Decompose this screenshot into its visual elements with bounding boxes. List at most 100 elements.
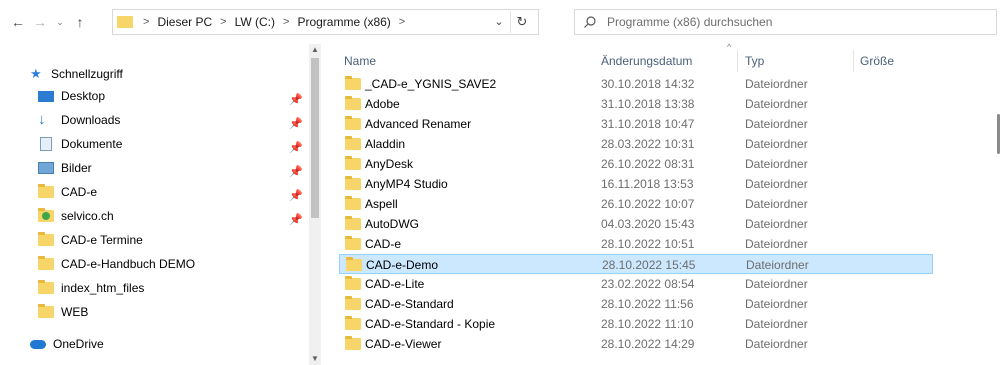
breadcrumb-separator[interactable]: > bbox=[399, 16, 405, 28]
table-row[interactable]: Aspell 26.10.2022 10:07 Dateiordner bbox=[339, 194, 933, 214]
column-header-size[interactable]: Größe bbox=[860, 54, 894, 68]
scroll-up-icon[interactable]: ▲ bbox=[309, 44, 321, 56]
breadcrumb-drive-c[interactable]: LW (C:) bbox=[235, 15, 275, 29]
address-field[interactable]: > Dieser PC > LW (C:) > Programme (x86) … bbox=[112, 9, 539, 35]
scrollbar-thumb[interactable] bbox=[997, 114, 1000, 154]
forward-arrow-icon[interactable]: → bbox=[30, 12, 50, 32]
file-date: 28.10.2022 11:56 bbox=[601, 297, 694, 311]
table-row[interactable]: CAD-e-Viewer 28.10.2022 14:29 Dateiordner bbox=[339, 334, 933, 354]
nav-item-cad-e[interactable]: CAD-e bbox=[38, 181, 97, 203]
column-divider[interactable] bbox=[853, 50, 854, 72]
file-date: 28.03.2022 10:31 bbox=[601, 137, 695, 151]
nav-quick-access[interactable]: ★ Schnellzugriff bbox=[30, 63, 123, 85]
file-date: 26.10.2022 10:07 bbox=[601, 197, 695, 211]
table-row[interactable]: Aladdin 28.03.2022 10:31 Dateiordner bbox=[339, 134, 933, 154]
table-row[interactable]: AnyDesk 26.10.2022 08:31 Dateiordner bbox=[339, 154, 933, 174]
nav-item-dokumente[interactable]: Dokumente bbox=[38, 133, 122, 155]
file-type: Dateiordner bbox=[745, 297, 808, 311]
refresh-icon[interactable]: ↻ bbox=[510, 11, 533, 33]
pictures-icon bbox=[38, 162, 54, 174]
nav-onedrive[interactable]: OneDrive bbox=[30, 333, 104, 355]
file-rows: _CAD-e_YGNIS_SAVE2 30.10.2018 14:32 Dateio… bbox=[325, 74, 997, 365]
nav-item-label: WEB bbox=[61, 305, 89, 319]
nav-onedrive-label: OneDrive bbox=[53, 337, 104, 351]
nav-item-label: CAD-e bbox=[61, 185, 98, 199]
breadcrumb-separator: > bbox=[220, 16, 227, 28]
folder-icon bbox=[345, 116, 361, 130]
file-type: Dateiordner bbox=[745, 277, 808, 291]
nav-item-label: Downloads bbox=[61, 113, 121, 127]
nav-item-cad-e-termine[interactable]: CAD-e Termine bbox=[38, 229, 143, 251]
file-date: 31.10.2018 10:47 bbox=[601, 117, 695, 131]
download-icon: ↓ bbox=[38, 111, 46, 128]
table-row[interactable]: CAD-e-Standard - Kopie 28.10.2022 11:10 Da… bbox=[339, 314, 933, 334]
file-name: Aladdin bbox=[365, 137, 406, 151]
file-name: CAD-e-Standard - Kopie bbox=[365, 317, 496, 331]
breadcrumb-programme-x86[interactable]: Programme (x86) bbox=[297, 15, 390, 29]
folder-icon bbox=[117, 16, 133, 28]
folder-icon bbox=[346, 257, 362, 271]
column-header-date[interactable]: Änderungsdatum bbox=[601, 54, 692, 68]
list-scrollbar[interactable] bbox=[991, 44, 1003, 365]
search-input[interactable]: Programme (x86) durchsuchen bbox=[574, 9, 997, 35]
folder-icon bbox=[345, 336, 361, 350]
back-arrow-icon[interactable]: ← bbox=[8, 12, 28, 32]
table-row[interactable]: CAD-e 28.10.2022 10:51 Dateiordner bbox=[339, 234, 933, 254]
nav-item-index-htm-files[interactable]: index_htm_files bbox=[38, 277, 144, 299]
file-date: 04.03.2020 15:43 bbox=[601, 217, 695, 231]
column-divider[interactable] bbox=[737, 50, 738, 72]
address-bar-row: ← → ⌄ ↑ > Dieser PC > LW (C:) > Programm… bbox=[0, 0, 1003, 44]
file-type: Dateiordner bbox=[745, 157, 808, 171]
folder-icon bbox=[345, 196, 361, 210]
table-row[interactable]: Adobe 31.10.2018 13:38 Dateiordner bbox=[339, 94, 933, 114]
pin-icon[interactable]: 📌 bbox=[289, 93, 303, 107]
file-name: Aspell bbox=[365, 197, 398, 211]
nav-item-web[interactable]: WEB bbox=[38, 301, 88, 323]
file-type: Dateiordner bbox=[745, 97, 808, 111]
nav-item-bilder[interactable]: Bilder bbox=[38, 157, 92, 179]
folder-icon bbox=[345, 316, 361, 330]
nav-item-label: Bilder bbox=[61, 161, 92, 175]
cloud-icon bbox=[30, 339, 46, 349]
file-type: Dateiordner bbox=[745, 137, 808, 151]
column-header-type[interactable]: Typ bbox=[745, 54, 764, 68]
file-type: Dateiordner bbox=[745, 317, 808, 331]
folder-icon bbox=[345, 216, 361, 230]
pin-icon[interactable]: 📌 bbox=[289, 213, 303, 227]
table-row[interactable]: Advanced Renamer 31.10.2018 10:47 Dateiord… bbox=[339, 114, 933, 134]
recent-locations-chevron-icon[interactable]: ⌄ bbox=[50, 12, 70, 32]
file-date: 28.10.2022 14:29 bbox=[601, 337, 695, 351]
file-name: CAD-e bbox=[365, 237, 402, 251]
nav-scrollbar[interactable]: ▲ ▼ bbox=[309, 44, 321, 365]
column-header-name[interactable]: Name bbox=[344, 54, 376, 68]
nav-item-desktop[interactable]: Desktop bbox=[38, 85, 105, 107]
file-type: Dateiordner bbox=[745, 177, 808, 191]
scroll-down-icon[interactable]: ▼ bbox=[309, 353, 321, 365]
nav-item-label: CAD-e-Handbuch DEMO bbox=[61, 257, 196, 271]
file-name: CAD-e-Lite bbox=[365, 277, 425, 291]
table-row[interactable]: CAD-e-Lite 23.02.2022 08:54 Dateiordner bbox=[339, 274, 933, 294]
folder-icon bbox=[345, 76, 361, 90]
table-row[interactable]: CAD-e-Demo 28.10.2022 15:45 Dateiordner bbox=[339, 254, 933, 274]
nav-item-handbuch-demo[interactable]: CAD-e-Handbuch DEMO bbox=[38, 253, 195, 275]
breadcrumb-dieser-pc[interactable]: Dieser PC bbox=[157, 15, 212, 29]
pin-icon[interactable]: 📌 bbox=[289, 141, 303, 155]
nav-item-label: Desktop bbox=[61, 89, 106, 103]
folder-icon bbox=[345, 96, 361, 110]
pin-icon[interactable]: 📌 bbox=[289, 189, 303, 203]
nav-item-downloads[interactable]: ↓ Downloads bbox=[38, 109, 120, 131]
table-row[interactable]: CAD-e-Standard 28.10.2022 11:56 Dateiordne… bbox=[339, 294, 933, 314]
table-row[interactable]: AnyMP4 Studio 16.11.2018 13:53 Dateiordner bbox=[339, 174, 933, 194]
file-date: 31.10.2018 13:38 bbox=[601, 97, 695, 111]
table-row[interactable]: AutoDWG 04.03.2020 15:43 Dateiordner bbox=[339, 214, 933, 234]
file-date: 28.10.2022 11:10 bbox=[601, 317, 694, 331]
file-name: AutoDWG bbox=[365, 217, 420, 231]
table-row[interactable]: _CAD-e_YGNIS_SAVE2 30.10.2018 14:32 Dateio… bbox=[339, 74, 933, 94]
scrollbar-thumb[interactable] bbox=[311, 58, 319, 218]
up-arrow-icon[interactable]: ↑ bbox=[70, 12, 90, 32]
address-dropdown-icon[interactable]: ⌄ bbox=[489, 12, 509, 32]
pin-icon[interactable]: 📌 bbox=[289, 165, 303, 179]
nav-item-label: selvico.ch bbox=[61, 209, 114, 223]
nav-item-selvico[interactable]: selvico.ch bbox=[38, 205, 114, 227]
pin-icon[interactable]: 📌 bbox=[289, 117, 303, 131]
